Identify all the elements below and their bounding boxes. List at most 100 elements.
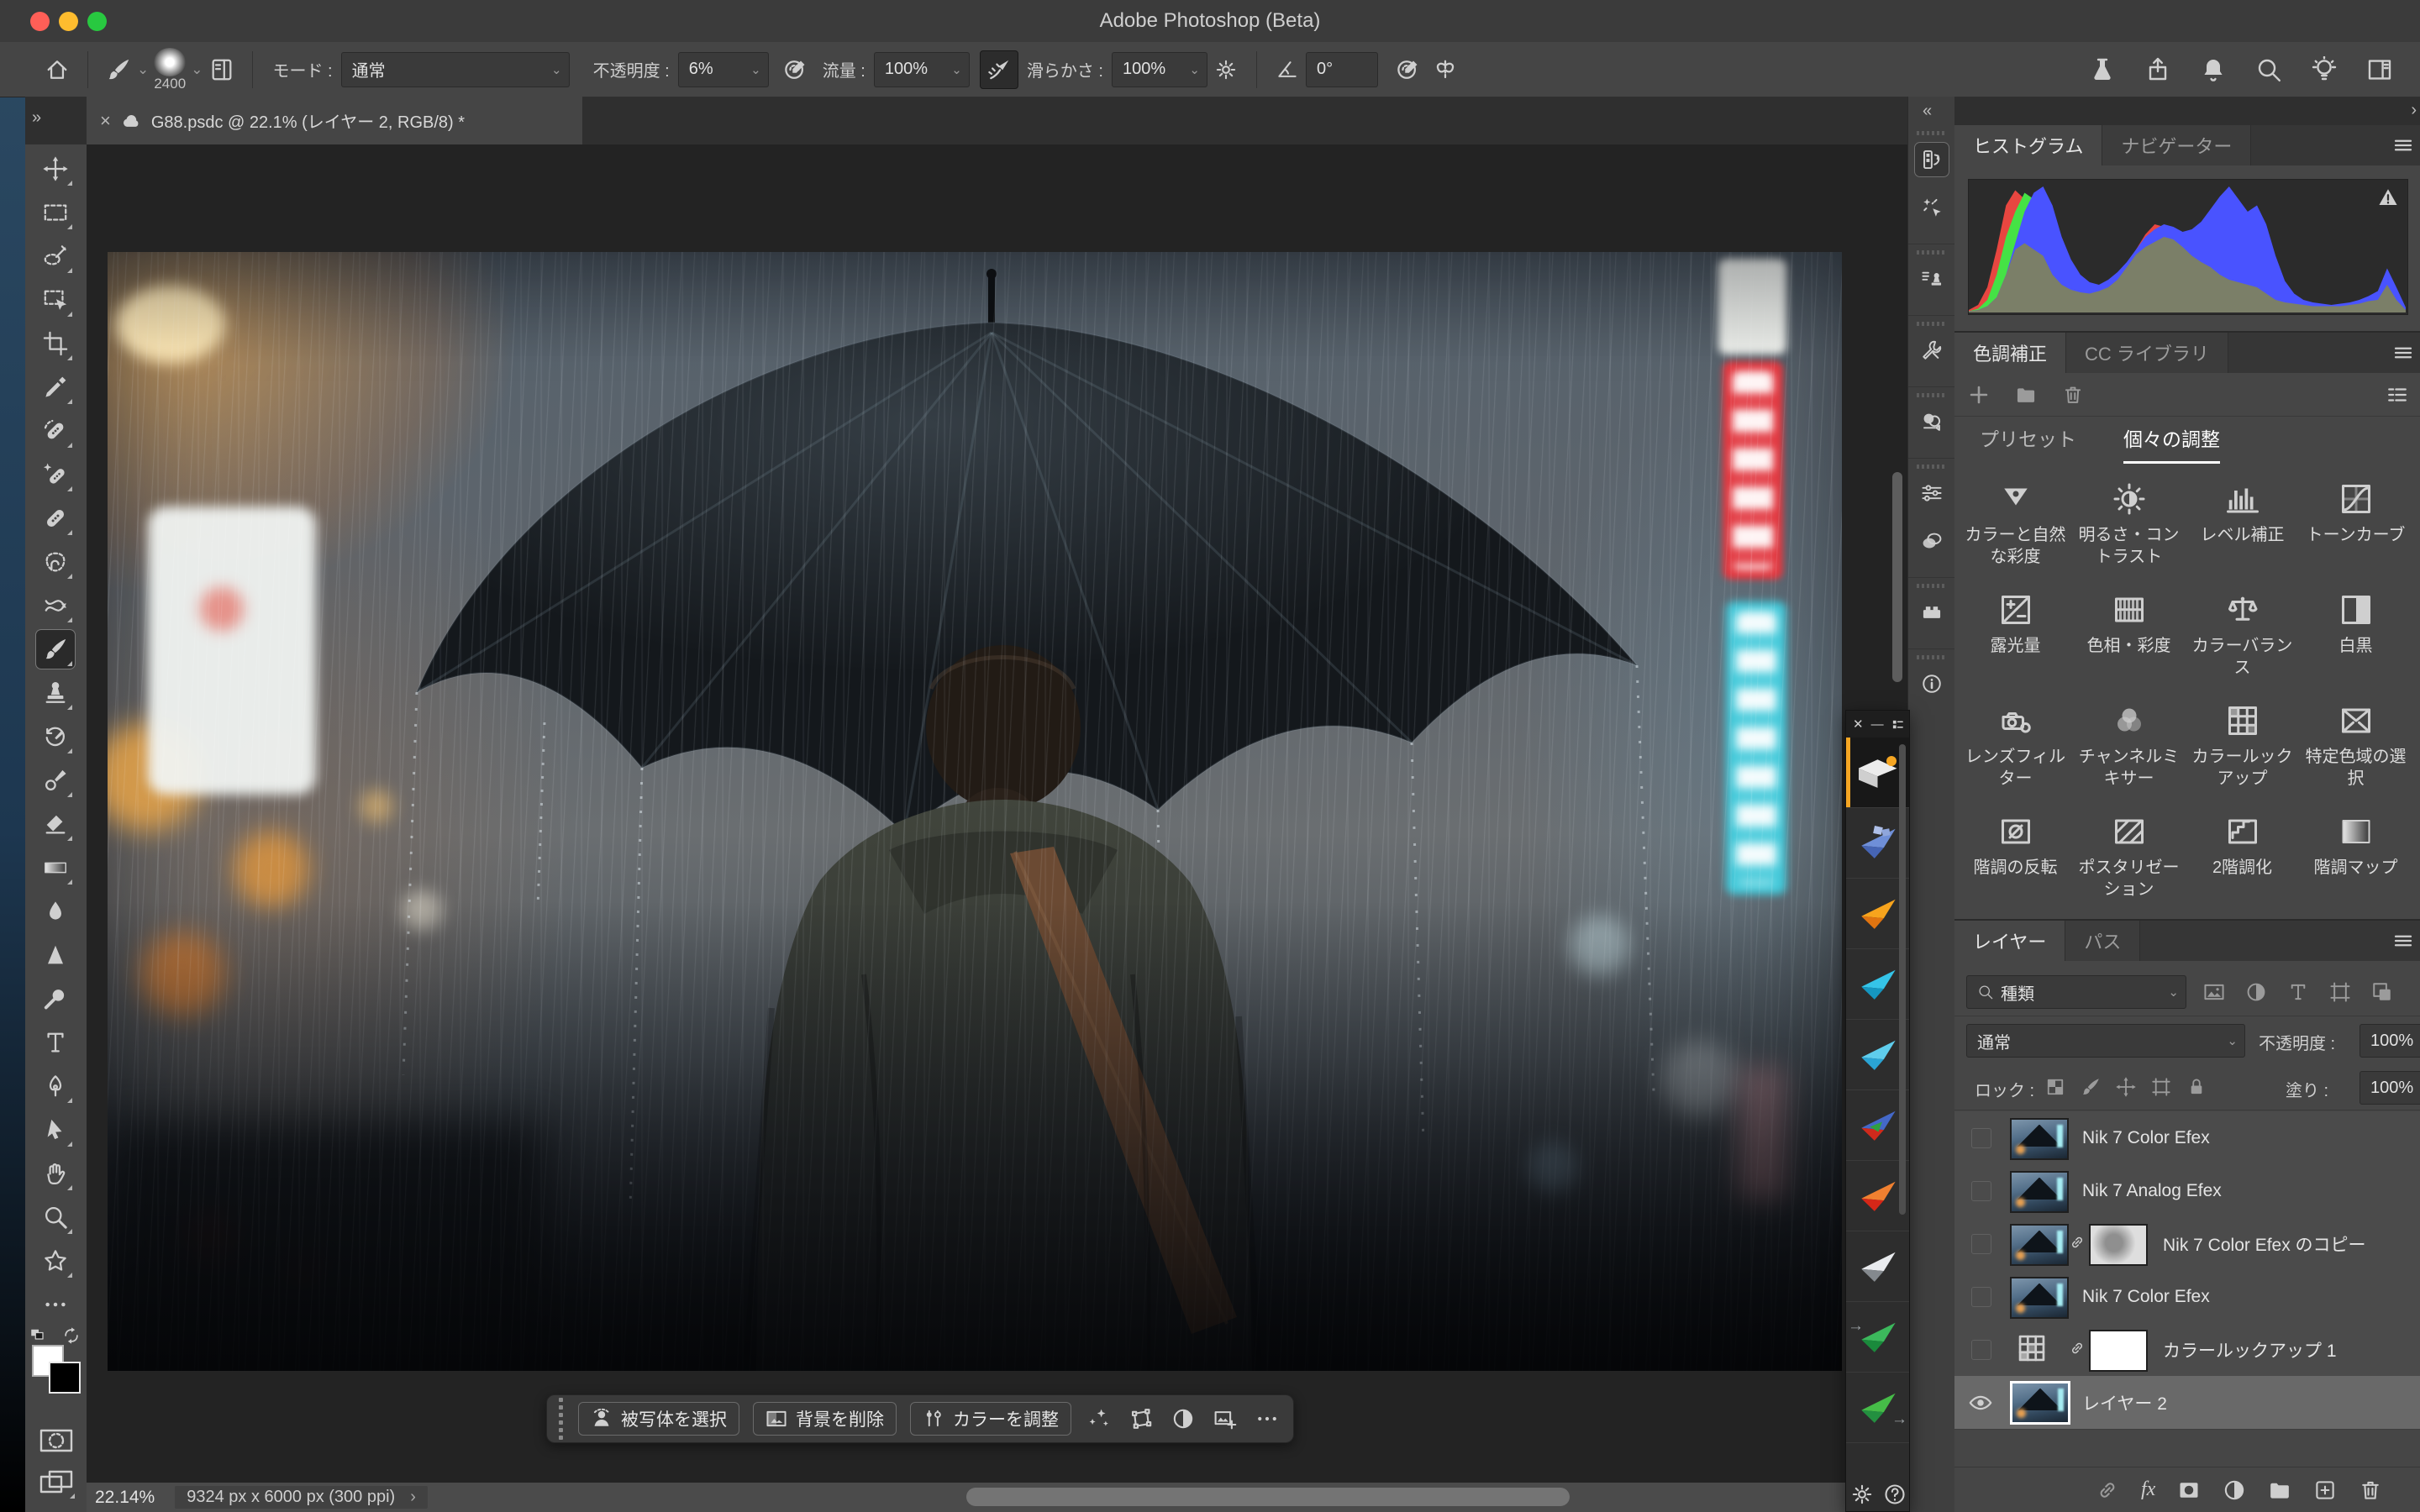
subtab-個々の調整[interactable]: 個々の調整 [2123, 423, 2220, 460]
nik-silver-efex[interactable] [1846, 1231, 1909, 1302]
generative-sparkle[interactable] [1915, 191, 1949, 224]
adjustment-adjposter[interactable]: ポスタリゼーション [2073, 813, 2185, 900]
fill-select[interactable]: 100%⌄ [2360, 1071, 2420, 1105]
document-info[interactable]: 9324 px x 6000 px (300 ppi) › [175, 1486, 428, 1509]
panel-group-grip[interactable] [1917, 250, 1947, 255]
lut-layer-icon[interactable] [2017, 1333, 2047, 1363]
canvas-horizontal-scrollbar[interactable] [966, 1488, 1570, 1506]
panel-group-grip[interactable] [1917, 131, 1947, 135]
size-pressure-icon[interactable] [1390, 51, 1427, 88]
visibility-checkbox[interactable] [1971, 1340, 1991, 1360]
taskbar-sparkwand-icon[interactable] [1085, 1404, 1113, 1433]
bell-icon[interactable] [2195, 51, 2232, 88]
adjustment-adjinvert[interactable]: 階調の反転 [1960, 813, 2071, 879]
add-adjustment-icon[interactable] [1968, 384, 1990, 406]
panel-menu-icon[interactable] [2393, 135, 2413, 155]
canvas-area[interactable] [87, 144, 1907, 1483]
healing-brush-tool[interactable] [36, 499, 75, 538]
tab-色調補正[interactable]: 色調補正 [1954, 333, 2066, 373]
edit-toolbar[interactable] [36, 1285, 75, 1324]
layer-row[interactable]: Nik 7 Analog Efex [1954, 1164, 2420, 1218]
close-tab-icon[interactable]: × [100, 110, 111, 132]
panel-group-grip[interactable] [1917, 322, 1947, 326]
layer-effects-icon[interactable]: fx [2141, 1478, 2155, 1501]
zoom-tool[interactable] [36, 1198, 75, 1236]
adjustment-adjexposure[interactable]: 露光量 [1960, 591, 2071, 657]
mixer-brush-tool[interactable] [36, 761, 75, 800]
airbrush-icon[interactable] [980, 50, 1018, 89]
smoothing-gear-icon[interactable] [1207, 51, 1244, 88]
flow-select[interactable]: 100%⌄ [874, 52, 970, 87]
panel-menu-icon[interactable] [2393, 343, 2413, 363]
content-aware-move-tool[interactable] [36, 586, 75, 625]
zoom-level[interactable]: 22.14% [95, 1488, 155, 1508]
taskbar-button-persel[interactable]: 被写体を選択 [578, 1402, 739, 1436]
taskbar-button-coloradj[interactable]: カラーを調整 [910, 1402, 1071, 1436]
beaker-icon[interactable] [2084, 51, 2121, 88]
remove-tool[interactable] [36, 455, 75, 494]
filter-shape-icon[interactable] [2329, 981, 2351, 1003]
opacity-pressure-icon[interactable] [777, 51, 814, 88]
document-image[interactable] [108, 252, 1842, 1371]
layer-thumbnail[interactable] [2010, 1118, 2069, 1160]
help-icon[interactable] [1883, 1483, 1907, 1506]
home-icon[interactable] [39, 51, 76, 88]
layer-thumbnail[interactable] [2010, 1381, 2070, 1425]
custom-shape-tool[interactable] [36, 1242, 75, 1280]
tab-ヒストグラム[interactable]: ヒストグラム [1954, 125, 2102, 165]
chevron-down-icon[interactable]: ⌄ [137, 62, 149, 76]
filter-image-icon[interactable] [2203, 981, 2225, 1003]
adjustment-adjcurves[interactable]: トーンカーブ [2300, 480, 2412, 546]
gear-icon[interactable] [1850, 1483, 1874, 1506]
lock-all-icon[interactable] [2186, 1077, 2207, 1097]
lock-artboard-icon[interactable] [2151, 1077, 2171, 1097]
path-selection-tool[interactable] [36, 1110, 75, 1149]
swap-arrow-icon[interactable] [62, 1326, 81, 1345]
object-selection-tool[interactable] [36, 281, 75, 319]
patch-tool[interactable] [36, 543, 75, 581]
layer-row[interactable]: カラールックアップ 1 [1954, 1323, 2420, 1377]
background-color[interactable] [49, 1362, 81, 1394]
layer-row[interactable]: Nik 7 Color Efex [1954, 1270, 2420, 1324]
new-layer-icon[interactable] [2313, 1478, 2337, 1502]
expand-dock-icon[interactable]: › [2411, 101, 2417, 120]
eyedropper-tool[interactable] [36, 368, 75, 407]
marquee-tool[interactable] [36, 193, 75, 232]
adjustment-adjgradmap[interactable]: 階調マップ [2300, 813, 2412, 879]
version-history[interactable] [1915, 143, 1949, 176]
adjustment-adjlevels[interactable]: レベル補正 [2186, 480, 2298, 546]
adjustment-adjlensf[interactable]: レンズフィルター [1960, 702, 2071, 790]
panel-menu-icon[interactable] [2393, 931, 2413, 951]
adjustments-panel[interactable] [1915, 524, 1949, 558]
nik-scrollbar[interactable] [1899, 744, 1906, 1215]
lock-pixels-icon[interactable] [2081, 1077, 2101, 1097]
adjustment-adjvib[interactable]: カラーと自然な彩度 [1960, 480, 2071, 568]
color-panel[interactable] [1915, 405, 1949, 438]
clone-stamp-tool[interactable] [36, 674, 75, 712]
taskbar-more-icon[interactable] [1253, 1404, 1281, 1433]
clone-source[interactable] [1915, 262, 1949, 296]
layer-mask-thumbnail[interactable] [2089, 1224, 2148, 1266]
nik-output-sharpener[interactable]: → [1846, 1373, 1909, 1443]
filter-type-icon[interactable] [2287, 981, 2309, 1003]
collapse-panels-icon[interactable]: « [1923, 102, 1930, 121]
close-icon[interactable]: ✕ [1853, 718, 1864, 731]
adjustment-adjchmix[interactable]: チャンネルミキサー [2073, 702, 2185, 790]
layer-thumbnail[interactable] [2010, 1171, 2069, 1213]
taskbar-button-bgrem[interactable]: 背景を削除 [753, 1402, 897, 1436]
lightbulb-icon[interactable] [2306, 51, 2343, 88]
visibility-checkbox[interactable] [1971, 1287, 1991, 1307]
toolbar-expand-icon[interactable]: » [32, 108, 39, 128]
tab-CC ライブラリ[interactable]: CC ライブラリ [2066, 333, 2228, 373]
adjustment-adjbw[interactable]: 白黒 [2300, 591, 2412, 657]
list-view-icon[interactable] [1891, 718, 1904, 731]
filter-smartobject-icon[interactable] [2371, 981, 2393, 1003]
tools-panel[interactable] [1915, 333, 1949, 367]
libraries-panel[interactable] [1915, 596, 1949, 629]
gradient-tool[interactable] [36, 848, 75, 887]
chevron-down-icon[interactable]: ⌄ [191, 62, 203, 76]
trash-icon[interactable] [2062, 384, 2084, 406]
visibility-checkbox[interactable] [1971, 1234, 1991, 1254]
layer-row[interactable]: Nik 7 Color Efex のコピー [1954, 1217, 2420, 1271]
lock-position-icon[interactable] [2116, 1077, 2136, 1097]
